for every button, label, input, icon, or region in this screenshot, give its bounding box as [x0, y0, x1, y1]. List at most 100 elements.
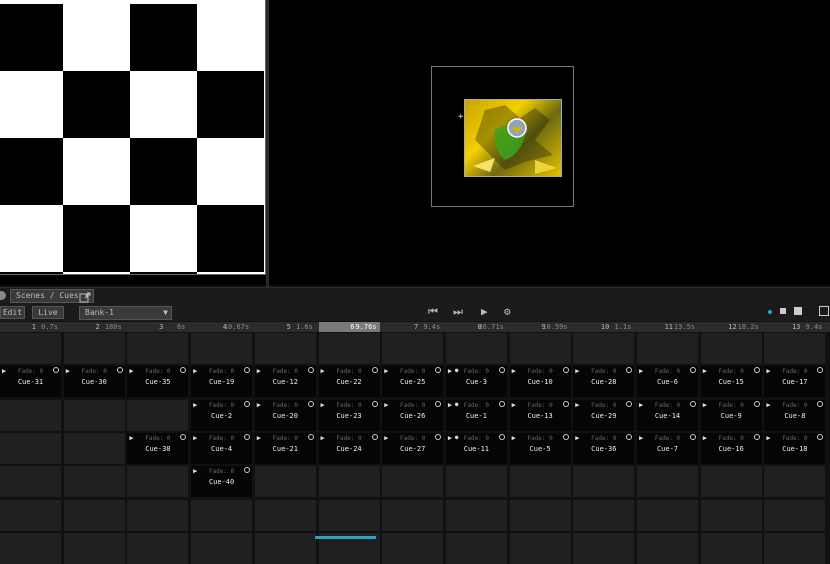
cue-status-icon[interactable] [307, 400, 314, 407]
empty-slot[interactable] [254, 466, 316, 498]
cue-slot[interactable]: ▶ Fade: 0 Cue-35 [127, 366, 189, 398]
cue-status-icon[interactable] [690, 433, 696, 440]
empty-slot[interactable] [318, 466, 380, 498]
empty-slot[interactable] [573, 466, 635, 498]
cue-slot[interactable]: ▶ Fade: 0 Cue-18 [764, 432, 826, 464]
cue-slot[interactable]: ▶ Fade: 0 Cue-23 [318, 399, 380, 431]
empty-slot[interactable] [63, 432, 125, 464]
empty-slot[interactable] [764, 333, 826, 364]
column-header-4[interactable]: 4 10.67s [191, 322, 252, 332]
cue-status-icon[interactable] [562, 400, 569, 407]
cue-slot[interactable]: ▶ Fade: 0 Cue-15 [700, 366, 762, 398]
empty-slot[interactable] [445, 499, 507, 531]
column-header-3[interactable]: 3 6s [127, 322, 188, 332]
cue-slot[interactable]: ▶ Fade: 0 Cue-7 [637, 432, 698, 464]
cue-slot[interactable]: ▶ Fade: 0 Cue-14 [637, 399, 698, 431]
cue-status-icon[interactable] [498, 400, 505, 407]
empty-slot[interactable] [191, 499, 253, 531]
column-header-13[interactable]: 13 9.4s [764, 322, 825, 332]
panel-layout-icon[interactable] [819, 306, 829, 316]
column-header-9[interactable]: 9 10.59s [510, 322, 571, 332]
small-grid-icon[interactable] [780, 308, 786, 314]
cue-status-icon[interactable] [753, 433, 760, 440]
empty-slot[interactable] [127, 499, 189, 531]
cue-status-icon[interactable] [116, 367, 123, 374]
cue-slot[interactable]: ▶ Fade: 0 Cue-40 [191, 466, 253, 498]
empty-slot[interactable] [573, 333, 635, 364]
empty-slot[interactable] [63, 532, 125, 564]
empty-slot[interactable] [764, 532, 826, 564]
cue-slot[interactable]: ▶ Fade: 0 Cue-10 [509, 366, 571, 398]
empty-slot[interactable] [0, 466, 61, 498]
empty-slot[interactable] [573, 532, 635, 564]
empty-slot[interactable] [191, 532, 253, 564]
empty-slot[interactable] [700, 466, 762, 498]
cue-status-icon[interactable] [753, 367, 760, 374]
empty-slot[interactable] [191, 333, 253, 364]
media-thumbnail[interactable] [464, 99, 562, 177]
empty-slot[interactable] [254, 532, 316, 564]
empty-slot[interactable] [382, 333, 444, 364]
empty-slot[interactable] [509, 532, 571, 564]
cue-status-icon[interactable] [435, 400, 442, 407]
cue-slot[interactable]: ▶ Fade: 0 Cue-4 [191, 432, 253, 464]
empty-slot[interactable] [318, 499, 380, 531]
empty-slot[interactable] [127, 333, 189, 364]
empty-slot[interactable] [637, 499, 698, 531]
empty-slot[interactable] [700, 532, 762, 564]
cue-slot[interactable]: ▶ Fade: 0 Cue-13 [509, 399, 571, 431]
cue-slot[interactable]: ▶ Fade: 0 Cue-22 [318, 366, 380, 398]
previous-cue-icon[interactable]: ⏮ [428, 306, 438, 318]
live-button[interactable]: Live [32, 306, 64, 319]
cue-slot[interactable]: ▶ Fade: 0 Cue-38 [127, 432, 189, 464]
cue-slot[interactable]: ▶ ● Fade: 0 Cue-1 [445, 399, 507, 431]
column-header-2[interactable]: 2 180s [64, 322, 125, 332]
empty-slot[interactable] [382, 499, 444, 531]
empty-slot[interactable] [764, 466, 826, 498]
empty-slot[interactable] [0, 333, 61, 364]
empty-slot[interactable] [445, 466, 507, 498]
cue-slot[interactable]: ▶ Fade: 0 Cue-21 [254, 432, 316, 464]
play-icon[interactable]: ▶ [481, 306, 488, 318]
column-header-1[interactable]: 1 0.7s [0, 322, 61, 332]
cue-status-icon[interactable] [371, 400, 378, 407]
empty-slot[interactable] [764, 499, 826, 531]
empty-slot[interactable] [318, 333, 380, 364]
cue-status-icon[interactable] [690, 400, 696, 407]
empty-slot[interactable] [445, 532, 507, 564]
edit-button[interactable]: Edit [0, 306, 25, 319]
empty-slot[interactable] [0, 399, 61, 431]
empty-slot[interactable] [637, 532, 698, 564]
column-header-10[interactable]: 10 1.1s [573, 322, 634, 332]
cue-slot[interactable]: ▶ Fade: 0 Cue-9 [700, 399, 762, 431]
cue-slot[interactable]: ▶ Fade: 0 Cue-28 [573, 366, 635, 398]
empty-slot[interactable] [127, 532, 189, 564]
cue-slot[interactable]: ▶ Fade: 0 Cue-25 [382, 366, 444, 398]
cue-slot[interactable]: ▶ Fade: 0 Cue-19 [191, 366, 253, 398]
empty-slot[interactable] [63, 399, 125, 431]
empty-slot[interactable] [637, 466, 698, 498]
empty-slot[interactable] [63, 333, 125, 364]
empty-slot[interactable] [445, 333, 507, 364]
cue-status-icon[interactable] [626, 400, 633, 407]
empty-slot[interactable] [509, 333, 571, 364]
cue-slot[interactable]: ▶ ● Fade: 0 Cue-3 [445, 366, 507, 398]
empty-slot[interactable] [0, 499, 61, 531]
cue-slot[interactable]: ▶ Fade: 0 Cue-12 [254, 366, 316, 398]
empty-slot[interactable] [127, 399, 189, 431]
cue-slot[interactable]: ▶ Fade: 0 Cue-5 [509, 432, 571, 464]
empty-slot[interactable] [700, 333, 762, 364]
empty-slot[interactable] [573, 499, 635, 531]
cue-slot[interactable]: ▶ Fade: 0 Cue-24 [318, 432, 380, 464]
cue-slot[interactable]: ▶ Fade: 0 Cue-16 [700, 432, 762, 464]
bank-dropdown[interactable]: Bank-1 ▼ [79, 306, 172, 320]
column-header-12[interactable]: 12 18.2s [701, 322, 762, 332]
cue-slot[interactable]: ▶ Fade: 0 Cue-2 [191, 399, 253, 431]
empty-slot[interactable] [509, 499, 571, 531]
popout-icon[interactable] [79, 289, 91, 303]
empty-slot[interactable] [254, 499, 316, 531]
settings-icon[interactable]: ⚙ [504, 306, 511, 318]
collapse-icon[interactable] [0, 291, 6, 300]
empty-slot[interactable] [127, 466, 189, 498]
empty-slot[interactable] [254, 333, 316, 364]
